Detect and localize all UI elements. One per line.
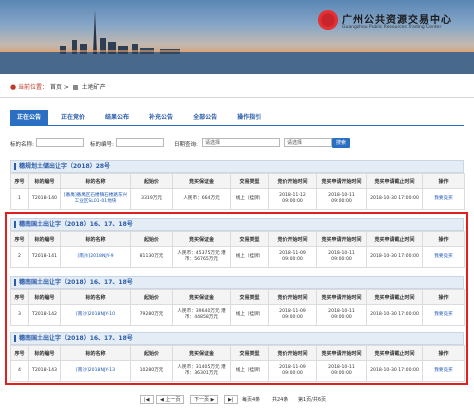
cell-apply-start: 2018-10-11 09:00:00 [316,188,367,210]
highlight-box [5,212,468,385]
location-pin-icon: ● [10,83,17,91]
cell-name-link[interactable]: [番禺]番禺区石楼镇石楼路东兴工业区SL01-01地块 [60,188,131,210]
col-header: 标的编号 [28,173,61,189]
col-header: 竞买申请截止时间 [366,173,423,189]
total-text: 共24条 [272,397,289,403]
tab-results[interactable]: 结果公布 [98,110,137,126]
date-select[interactable]: 请选择 [202,138,280,147]
region-select[interactable]: 请选择 [284,138,332,147]
filter-bar: 标的名称: 标的编号: 日期查询: 请选择 请选择 搜索 [10,138,464,149]
logo-area[interactable]: 广州公共资源交易中心 Guangzhou Public Resources Tr… [318,8,468,38]
next-page-label: 下一页 [194,397,210,403]
cell-deposit: 人民币：664万元 [172,188,231,210]
lots-table: 序号 标的编号 标的名称 起始价 竞买保证金 交易类型 竞价开始时间 竞买申请开… [10,173,465,210]
col-header: 序号 [10,173,29,189]
bid-button[interactable]: 我要竞买 [422,188,465,210]
breadcrumb-separator: > [63,84,69,91]
logo-title-cn: 广州公共资源交易中心 [342,15,452,26]
cell-no: 1 [10,188,29,210]
region-select-value: 请选择 [287,140,303,146]
logo-emblem-icon [318,10,338,30]
section-1: 穗规划土储出让字（2018）28号 序号 标的编号 标的名称 起始价 竞买保证金… [10,160,465,210]
col-header: 标的名称 [60,173,131,189]
name-input[interactable] [36,138,84,147]
next-page-button[interactable]: 下一页 ▶ [190,395,219,404]
cell-type: 线上（挂牌） [230,188,269,210]
cell-apply-end: 2018-10-30 17:00:00 [366,188,423,210]
breadcrumb-current: 土地矿产 [81,84,106,91]
date-label: 日期查询: [174,142,198,148]
breadcrumb-home[interactable]: 首页 [50,84,62,91]
tab-all[interactable]: 全部公告 [186,110,225,126]
page-info-text: 第1页/共6页 [298,397,327,403]
tab-guide[interactable]: 操作指引 [230,110,269,126]
pagination: |◀ ◀ 上一页 下一页 ▶ ▶| 每页4条 共24条 第1页/共6页 [0,395,474,405]
per-page-text: 每页4条 [242,397,261,403]
cell-code: T2018-140 [28,188,61,210]
tab-supplementary[interactable]: 补充公告 [142,110,181,126]
col-header: 竞价开始时间 [268,173,317,189]
last-page-button[interactable]: ▶| [224,395,238,404]
logo-title-en: Guangzhou Public Resources Trading Cente… [342,25,442,30]
prev-page-button[interactable]: ◀ 上一页 [156,395,185,404]
number-input[interactable] [116,138,164,147]
col-header: 操作 [422,173,465,189]
table-row: 1 T2018-140 [番禺]番禺区石楼镇石楼路东兴工业区SL01-01地块 … [10,188,465,210]
section-title-text: 穗规划土储出让字（2018）28号 [19,163,111,170]
cell-start: 2018-11-12 09:00:00 [268,188,317,210]
tab-underline [10,125,464,126]
table-header-row: 序号 标的编号 标的名称 起始价 竞买保证金 交易类型 竞价开始时间 竞买申请开… [10,173,465,189]
section-title[interactable]: 穗规划土储出让字（2018）28号 [10,160,464,173]
date-select-value: 请选择 [205,140,221,146]
col-header: 交易类型 [230,173,269,189]
breadcrumb-label: 当前位置： [18,84,49,91]
col-header: 竞买申请开始时间 [316,173,367,189]
search-button[interactable]: 搜索 [332,138,351,148]
prev-page-label: 上一页 [165,397,181,403]
tab-announcing[interactable]: 正在公告 [10,110,49,126]
number-label: 标的编号: [90,142,114,148]
col-header: 起始价 [130,173,173,189]
divider [0,97,474,98]
name-label: 标的名称: [10,142,34,148]
home-icon [72,85,78,90]
first-page-button[interactable]: |◀ [140,395,154,404]
cell-price: 3319万元 [130,188,173,210]
title-bar-marker [14,163,16,170]
header-banner: 广州公共资源交易中心 Guangzhou Public Resources Tr… [0,0,474,74]
breadcrumb: ● 当前位置： 首页 > 土地矿产 [10,82,106,91]
tab-bar: 正在公告 正在竞价 结果公布 补充公告 全部公告 操作指引 [10,110,274,126]
col-header: 竞买保证金 [172,173,231,189]
tab-bidding[interactable]: 正在竞价 [54,110,93,126]
